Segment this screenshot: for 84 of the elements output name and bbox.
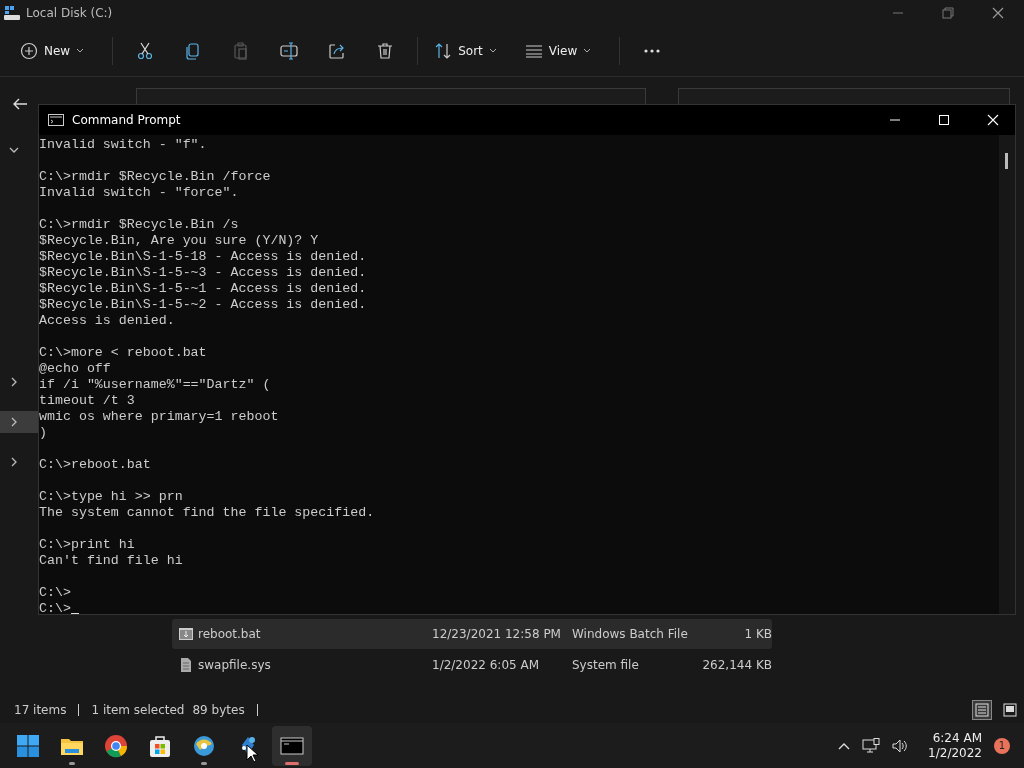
console-line: C:\>print hi [39, 537, 135, 553]
running-indicator [201, 761, 207, 765]
drive-icon [4, 6, 20, 20]
caret-icon [76, 48, 85, 54]
selection-count: 1 item selected [91, 703, 185, 717]
caret-icon [583, 48, 592, 54]
close-icon[interactable] [992, 7, 1004, 19]
console-line: Invalid switch - "force". [39, 185, 239, 201]
console-line: C:\>type hi >> prn [39, 489, 183, 505]
chevron-icon[interactable] [9, 377, 19, 387]
tiles-view-icon [1003, 703, 1017, 717]
file-date: 1/2/2022 6:05 AM [432, 658, 541, 672]
file-date: 12/23/2021 12:58 PM [432, 627, 562, 641]
view-toggle-button[interactable] [972, 700, 992, 720]
globe-icon [192, 733, 216, 758]
file-row[interactable]: swapfile.sys 1/2/2022 6:05 AM System file 262,144 KB [172, 650, 772, 680]
search-field[interactable] [678, 88, 1010, 104]
console-line: The system cannot find the file specified. [39, 505, 375, 521]
selection-size: 89 bytes [192, 703, 245, 717]
lines-icon [524, 42, 543, 60]
grid-logo-icon [16, 733, 40, 758]
browser-icon [104, 733, 128, 758]
console-line: C:\>more < reboot.bat [39, 345, 207, 361]
console-line: @echo off [39, 361, 111, 377]
running-indicator [69, 761, 75, 765]
taskbar-button[interactable] [272, 725, 312, 766]
file-icon [178, 657, 194, 673]
console-line: wmic os where primary=1 reboot [39, 409, 279, 425]
view-toggle-button[interactable] [1000, 700, 1020, 720]
sort-button[interactable]: Sort [426, 34, 505, 68]
view-button[interactable]: View [516, 34, 600, 68]
notification-badge[interactable]: 1 [994, 737, 1010, 754]
trash-icon [376, 42, 395, 60]
file-row[interactable]: reboot.bat 12/23/2021 12:58 PM Windows Batch File 1 KB [172, 619, 772, 649]
console-line: timeout /t 3 [39, 393, 135, 409]
scrollbar-thumb[interactable] [1005, 153, 1008, 169]
sort-icon [434, 42, 453, 60]
console-line: Invalid switch - "f". [39, 137, 207, 153]
console-line: $Recycle.Bin\S-1-5-~1 - Access is denied. [39, 281, 367, 297]
console-line: ) [39, 425, 47, 441]
console-line: $Recycle.Bin\S-1-5-~3 - Access is denied. [39, 265, 367, 281]
restore-icon[interactable] [942, 7, 954, 19]
chevron-icon[interactable] [9, 417, 19, 427]
item-count: 17 items [14, 703, 67, 717]
window-title: Local Disk (C:) [26, 6, 113, 20]
chevron-icon[interactable] [9, 457, 19, 467]
file-name: reboot.bat [198, 627, 262, 641]
rename-icon [280, 42, 299, 60]
console-line: Can't find file hi [39, 553, 183, 569]
caret-icon [488, 48, 497, 54]
console-line: $Recycle.Bin\S-1-5-18 - Access is denied. [39, 249, 367, 265]
clock-date[interactable]: 1/2/2022 [928, 745, 982, 761]
console-line: C:\> [39, 601, 71, 614]
chevron-icon[interactable] [9, 145, 19, 155]
window-title: Command Prompt [72, 113, 181, 127]
console-line: $Recycle.Bin\S-1-5-~2 - Access is denied. [39, 297, 367, 313]
console-line: $Recycle.Bin, Are you sure (Y/N)? Y [39, 233, 319, 249]
file-type: Windows Batch File [572, 627, 689, 641]
speaker-icon[interactable] [892, 737, 909, 754]
mouse-pointer-icon [246, 744, 258, 763]
console-line: C:\>rmdir $Recycle.Bin /s [39, 217, 239, 233]
chevron-up-icon[interactable] [838, 741, 851, 750]
new-button[interactable]: New [12, 34, 93, 68]
file-name: swapfile.sys [198, 658, 272, 672]
details-view-icon [975, 703, 989, 717]
console-line: C:\>rmdir $Recycle.Bin /force [39, 169, 271, 185]
file-size: 262,144 KB [701, 658, 772, 672]
console-line: C:\>reboot.bat [39, 457, 151, 473]
share-icon [328, 42, 347, 60]
shopping-bag-icon [148, 733, 172, 758]
file-type: System file [572, 658, 640, 672]
network-icon[interactable] [862, 737, 881, 754]
running-indicator [285, 761, 299, 765]
scissors-icon [136, 42, 155, 60]
more-icon [643, 49, 662, 53]
console-line: Access is denied. [39, 313, 175, 329]
plus-circle-icon [20, 42, 38, 60]
clock-time[interactable]: 6:24 AM [932, 730, 982, 746]
console-line: if /i "%username%"=="Dartz" ( [39, 377, 271, 393]
maximize-icon[interactable] [938, 114, 950, 126]
console-line: C:\> [39, 585, 71, 601]
file-size: 1 KB [743, 627, 772, 641]
terminal-icon [48, 114, 64, 126]
back-icon[interactable] [12, 96, 28, 112]
